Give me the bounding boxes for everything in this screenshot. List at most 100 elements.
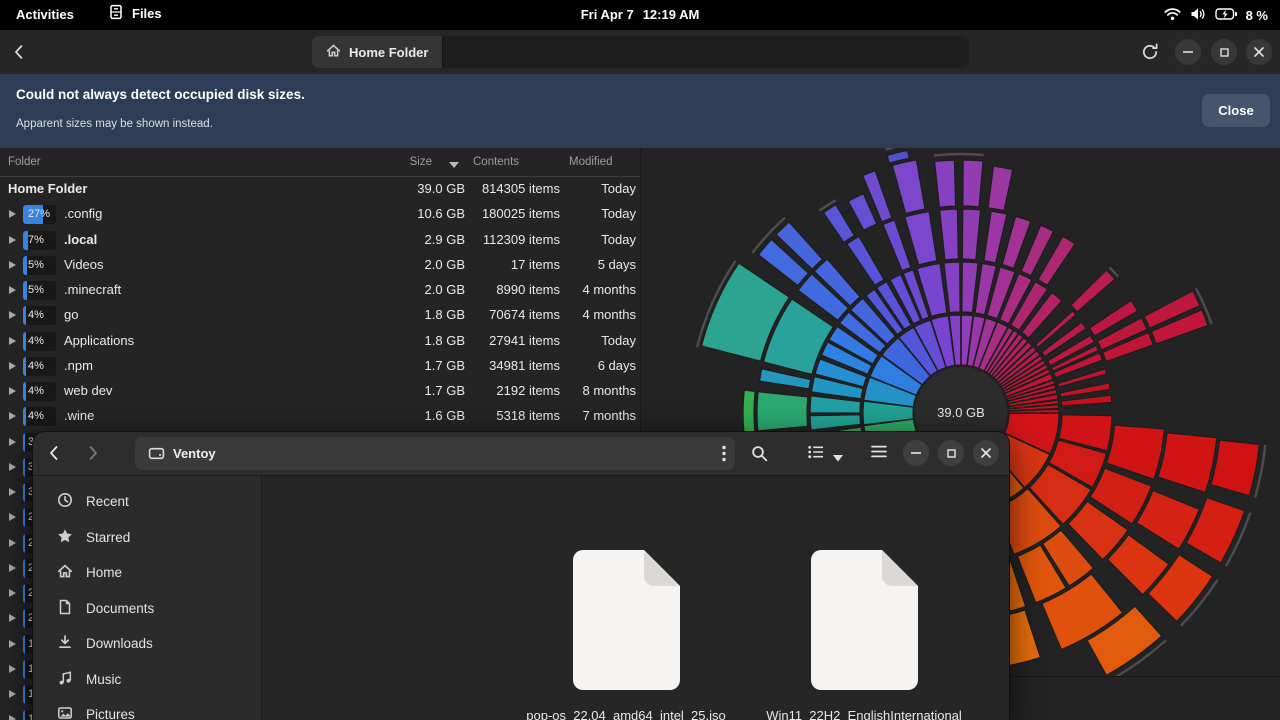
file-item[interactable]: pop-os_22.04_amd64_intel_25.iso: [526, 550, 726, 720]
clock-date: Fri Apr 7: [581, 7, 634, 22]
expander-icon[interactable]: [9, 311, 16, 319]
location-entry[interactable]: [442, 36, 969, 68]
sidebar-item-documents[interactable]: Documents: [33, 591, 261, 627]
folder-size: 1.7 GB: [425, 383, 465, 398]
ring-segment[interactable]: [810, 396, 861, 413]
refresh-icon[interactable]: [1141, 43, 1159, 66]
ring-segment[interactable]: [905, 212, 937, 266]
expander-icon[interactable]: [9, 640, 16, 648]
expander-icon[interactable]: [9, 387, 16, 395]
download-icon: [57, 634, 73, 653]
table-row[interactable]: 4%go1.8 GB70674 items4 months: [0, 303, 640, 328]
ring-segment[interactable]: [823, 205, 854, 243]
ring-segment[interactable]: [892, 160, 925, 214]
expander-icon[interactable]: [9, 362, 16, 370]
view-options-caret-icon[interactable]: [833, 449, 843, 467]
files-window: Ventoy Recent Starred HomeDocumentsDownloa…: [33, 432, 1009, 720]
ring-segment[interactable]: [1061, 395, 1111, 406]
nav-forward-button[interactable]: [89, 445, 98, 466]
table-header[interactable]: Folder Size Contents Modified: [0, 148, 640, 177]
clock-icon: [57, 492, 73, 511]
sidebar-item-pictures[interactable]: Pictures: [33, 697, 261, 720]
file-name-label: pop-os_22.04_amd64_intel_25.iso: [526, 707, 726, 720]
ring-segment[interactable]: [984, 211, 1007, 263]
table-row[interactable]: 27%.config10.6 GB180025 itemsToday: [0, 202, 640, 227]
files-minimize-button[interactable]: [903, 440, 929, 466]
hamburger-menu-icon[interactable]: [871, 445, 887, 463]
table-row[interactable]: 4%.npm1.7 GB34981 items6 days: [0, 354, 640, 379]
expander-icon[interactable]: [9, 690, 16, 698]
ring-segment[interactable]: [1071, 270, 1115, 312]
search-icon[interactable]: [751, 445, 768, 467]
nav-back-button[interactable]: [49, 445, 58, 466]
ring-segment[interactable]: [962, 209, 980, 260]
location-tab[interactable]: Home Folder: [312, 36, 442, 68]
list-view-icon[interactable]: [808, 445, 824, 464]
path-bar[interactable]: Ventoy: [135, 437, 735, 470]
files-content-area[interactable]: pop-os_22.04_amd64_intel_25.iso Win11_22H…: [263, 476, 1009, 720]
expander-icon[interactable]: [9, 564, 16, 572]
back-button[interactable]: [14, 44, 23, 65]
ring-segment[interactable]: [847, 236, 884, 285]
column-header-size[interactable]: Size: [410, 156, 432, 168]
kebab-menu-icon[interactable]: [722, 445, 726, 467]
clock[interactable]: Fri Apr 7 12:19 AM: [581, 7, 700, 22]
document-icon: [57, 599, 73, 618]
ring-segment[interactable]: [883, 220, 911, 271]
minimize-button[interactable]: [1175, 39, 1201, 65]
expander-icon[interactable]: [9, 236, 16, 244]
files-maximize-button[interactable]: [938, 440, 964, 466]
ring-segment[interactable]: [935, 160, 956, 207]
expander-icon[interactable]: [9, 589, 16, 597]
expander-icon[interactable]: [9, 715, 16, 720]
files-close-button[interactable]: [973, 440, 999, 466]
sidebar-item-home[interactable]: Home: [33, 555, 261, 591]
ring-segment[interactable]: [887, 150, 909, 163]
sidebar-item-starred[interactable]: Starred: [33, 520, 261, 556]
expander-icon[interactable]: [9, 539, 16, 547]
ring-segment[interactable]: [757, 392, 808, 431]
sidebar-item-downloads[interactable]: Downloads: [33, 626, 261, 662]
ring-segment[interactable]: [963, 160, 983, 207]
ring-segment[interactable]: [1211, 440, 1260, 496]
close-button[interactable]: [1246, 39, 1272, 65]
expander-icon[interactable]: [9, 513, 16, 521]
maximize-button[interactable]: [1211, 39, 1237, 65]
sidebar-item-label: Starred: [86, 530, 130, 545]
table-row[interactable]: Home Folder39.0 GB814305 itemsToday: [0, 177, 640, 202]
ring-segment[interactable]: [988, 166, 1013, 210]
folder-name: Videos: [64, 257, 104, 272]
ring-segment[interactable]: [1107, 425, 1165, 479]
expander-icon[interactable]: [9, 463, 16, 471]
table-row[interactable]: 4%web dev1.7 GB2192 items8 months: [0, 379, 640, 404]
table-row[interactable]: 4%.wine1.6 GB5318 items7 months: [0, 404, 640, 429]
expander-icon[interactable]: [9, 488, 16, 496]
ring-segment[interactable]: [743, 390, 755, 434]
expander-icon[interactable]: [9, 337, 16, 345]
sidebar-item-music[interactable]: Music: [33, 662, 261, 698]
banner-close-button[interactable]: Close: [1202, 94, 1270, 127]
activities-button[interactable]: Activities: [16, 7, 74, 22]
sidebar-item-recent[interactable]: Recent: [33, 484, 261, 520]
column-header-contents[interactable]: Contents: [473, 156, 519, 168]
column-header-modified[interactable]: Modified: [569, 156, 612, 168]
file-item[interactable]: Win11_22H2_EnglishInternational_x64v1.is…: [764, 550, 964, 720]
expander-icon[interactable]: [9, 438, 16, 446]
folder-size: 1.7 GB: [425, 358, 465, 373]
expander-icon[interactable]: [9, 261, 16, 269]
expander-icon[interactable]: [9, 665, 16, 673]
table-row[interactable]: 7%.local2.9 GB112309 itemsToday: [0, 228, 640, 253]
focused-app-indicator[interactable]: Files: [108, 4, 162, 23]
expander-icon[interactable]: [9, 412, 16, 420]
expander-icon[interactable]: [9, 614, 16, 622]
table-row[interactable]: 5%Videos2.0 GB17 items5 days: [0, 253, 640, 278]
table-row[interactable]: 5%.minecraft2.0 GB8990 items4 months: [0, 278, 640, 303]
table-row[interactable]: 4%Applications1.8 GB27941 itemsToday: [0, 329, 640, 354]
folder-name: Applications: [64, 333, 134, 348]
expander-icon[interactable]: [9, 210, 16, 218]
expander-icon[interactable]: [9, 286, 16, 294]
column-header-folder[interactable]: Folder: [8, 156, 41, 168]
ring-segment[interactable]: [1158, 433, 1217, 493]
ring-segment[interactable]: [940, 209, 959, 260]
system-status-area[interactable]: 8 %: [1164, 0, 1268, 30]
